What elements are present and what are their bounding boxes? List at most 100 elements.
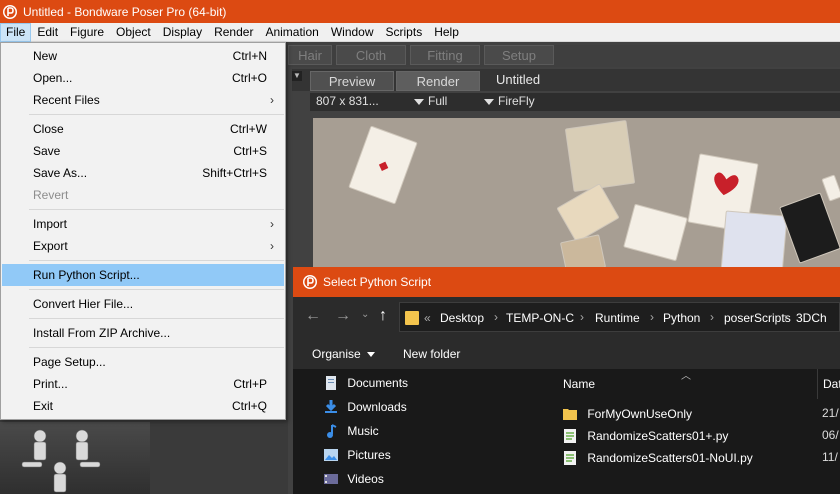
back-arrow-icon[interactable]: ← bbox=[305, 307, 321, 325]
tab-cloth[interactable]: Cloth bbox=[336, 45, 406, 65]
chevron-right-icon[interactable]: › bbox=[580, 310, 584, 324]
nav-downloads[interactable]: Downloads bbox=[323, 395, 407, 417]
column-header-name[interactable]: Name bbox=[563, 369, 595, 399]
shortcut-label: Ctrl+N bbox=[232, 49, 267, 63]
select-python-script-dialog: Select Python Script ← → ⌄ ↑ « Desktop ›… bbox=[293, 267, 840, 494]
column-divider[interactable] bbox=[817, 369, 818, 399]
menu-item-label: Close bbox=[33, 122, 64, 136]
render-engine-dropdown[interactable]: FireFly bbox=[484, 94, 535, 108]
folder-icon bbox=[405, 311, 419, 325]
tab-setup[interactable]: Setup bbox=[484, 45, 554, 65]
menu-bar: File Edit Figure Object Display Render A… bbox=[0, 22, 840, 42]
menu-separator bbox=[29, 260, 284, 261]
shortcut-label: Ctrl+W bbox=[230, 122, 267, 136]
menu-figure[interactable]: Figure bbox=[64, 23, 110, 42]
address-row: ← → ⌄ ↑ « Desktop › TEMP-ON-C › Runtime … bbox=[293, 297, 840, 339]
menu-item-save[interactable]: Save Ctrl+S bbox=[2, 140, 284, 162]
menu-item-export[interactable]: Export › bbox=[2, 235, 284, 257]
breadcrumb-desktop[interactable]: Desktop bbox=[440, 311, 484, 325]
camera-controls[interactable] bbox=[0, 422, 150, 494]
tab-hair[interactable]: Hair bbox=[288, 45, 332, 65]
camera-figures-icon bbox=[21, 429, 101, 493]
file-row[interactable]: RandomizeScatters01-NoUI.py 11/ bbox=[563, 446, 840, 468]
breadcrumb-overflow[interactable]: « bbox=[424, 311, 431, 325]
menu-item-save-as[interactable]: Save As... Shift+Ctrl+S bbox=[2, 162, 284, 184]
new-folder-button[interactable]: New folder bbox=[403, 347, 460, 361]
breadcrumb-3dch[interactable]: 3DCh bbox=[796, 311, 827, 325]
tab-scroll-down-icon[interactable]: ▼ bbox=[292, 71, 302, 81]
python-file-icon bbox=[564, 428, 576, 443]
menu-item-exit[interactable]: Exit Ctrl+Q bbox=[2, 395, 284, 417]
breadcrumb-poserscripts[interactable]: poserScripts bbox=[724, 311, 791, 325]
poser-app-icon bbox=[303, 275, 317, 289]
menu-item-close[interactable]: Close Ctrl+W bbox=[2, 118, 284, 140]
render-mode-dropdown[interactable]: Full bbox=[414, 94, 447, 108]
dialog-title-bar: Select Python Script bbox=[293, 267, 840, 297]
document-tabs: ▼ Preview Render Untitled bbox=[292, 69, 840, 91]
menu-item-print[interactable]: Print... Ctrl+P bbox=[2, 373, 284, 395]
menu-display[interactable]: Display bbox=[157, 23, 208, 42]
poser-app-icon bbox=[3, 4, 17, 19]
navigation-pane: Documents Downloads Music Pictures Video… bbox=[293, 369, 543, 494]
breadcrumb-python[interactable]: Python bbox=[663, 311, 700, 325]
title-bar: Untitled - Bondware Poser Pro (64-bit) bbox=[0, 0, 840, 23]
file-row[interactable]: RandomizeScatters01+.py 06/ bbox=[563, 424, 840, 446]
menu-item-label: Open... bbox=[33, 71, 73, 85]
menu-scripts[interactable]: Scripts bbox=[380, 23, 429, 42]
menu-item-label: Import bbox=[33, 217, 68, 231]
breadcrumb-runtime[interactable]: Runtime bbox=[595, 311, 640, 325]
menu-window[interactable]: Window bbox=[325, 23, 380, 42]
submenu-arrow-icon: › bbox=[270, 217, 274, 231]
chevron-right-icon[interactable]: › bbox=[650, 310, 654, 324]
menu-item-new[interactable]: New Ctrl+N bbox=[2, 45, 284, 67]
menu-animation[interactable]: Animation bbox=[259, 23, 324, 42]
file-name: RandomizeScatters01+.py bbox=[587, 428, 729, 443]
chevron-right-icon[interactable]: › bbox=[710, 310, 714, 324]
nav-videos[interactable]: Videos bbox=[323, 467, 384, 489]
pictures-icon bbox=[324, 448, 338, 461]
nav-documents[interactable]: Documents bbox=[323, 371, 408, 393]
breadcrumb-temp-on-c[interactable]: TEMP-ON-C bbox=[506, 311, 574, 325]
tab-preview[interactable]: Preview bbox=[310, 71, 394, 91]
file-date: 11/ bbox=[822, 450, 838, 464]
forward-arrow-icon[interactable]: → bbox=[335, 307, 351, 325]
chevron-right-icon[interactable]: › bbox=[784, 310, 788, 324]
nav-label: Downloads bbox=[347, 399, 407, 414]
playing-card-image bbox=[821, 174, 840, 202]
menu-separator bbox=[29, 209, 284, 210]
menu-item-recent-files[interactable]: Recent Files › bbox=[2, 89, 284, 111]
menu-item-install-zip[interactable]: Install From ZIP Archive... bbox=[2, 322, 284, 344]
organise-button[interactable]: Organise bbox=[312, 347, 375, 361]
menu-object[interactable]: Object bbox=[110, 23, 157, 42]
menu-item-run-python-script[interactable]: Run Python Script... bbox=[2, 264, 284, 286]
menu-separator bbox=[29, 318, 284, 319]
column-header-date[interactable]: Dat bbox=[823, 369, 840, 399]
recent-locations-icon[interactable]: ⌄ bbox=[361, 309, 369, 320]
up-arrow-icon[interactable]: ↑ bbox=[379, 307, 387, 325]
menu-file[interactable]: File bbox=[0, 22, 32, 42]
dropdown-arrow-icon bbox=[366, 352, 375, 358]
nav-label: Documents bbox=[347, 375, 409, 390]
menu-item-import[interactable]: Import › bbox=[2, 213, 284, 235]
menu-item-label: New bbox=[33, 49, 58, 63]
menu-item-label: Page Setup... bbox=[33, 355, 106, 369]
menu-separator bbox=[29, 114, 284, 115]
menu-item-label: Export bbox=[33, 239, 68, 253]
menu-item-label: Exit bbox=[33, 399, 54, 413]
tab-fitting[interactable]: Fitting bbox=[410, 45, 480, 65]
room-tabs: Hair Cloth Fitting Setup bbox=[288, 45, 840, 67]
menu-item-convert-hier[interactable]: Convert Hier File... bbox=[2, 293, 284, 315]
menu-help[interactable]: Help bbox=[428, 23, 465, 42]
tab-render[interactable]: Render bbox=[396, 71, 480, 91]
menu-item-page-setup[interactable]: Page Setup... bbox=[2, 351, 284, 373]
documents-icon bbox=[326, 375, 336, 390]
menu-item-open[interactable]: Open... Ctrl+O bbox=[2, 67, 284, 89]
chevron-right-icon[interactable]: › bbox=[494, 310, 498, 324]
file-row[interactable]: ForMyOwnUseOnly 21/ bbox=[563, 402, 840, 424]
nav-music[interactable]: Music bbox=[323, 419, 379, 441]
address-bar[interactable]: « Desktop › TEMP-ON-C › Runtime › Python… bbox=[399, 302, 840, 332]
nav-label: Pictures bbox=[347, 447, 391, 462]
menu-edit[interactable]: Edit bbox=[31, 23, 64, 42]
menu-render[interactable]: Render bbox=[208, 23, 259, 42]
nav-pictures[interactable]: Pictures bbox=[323, 443, 391, 465]
